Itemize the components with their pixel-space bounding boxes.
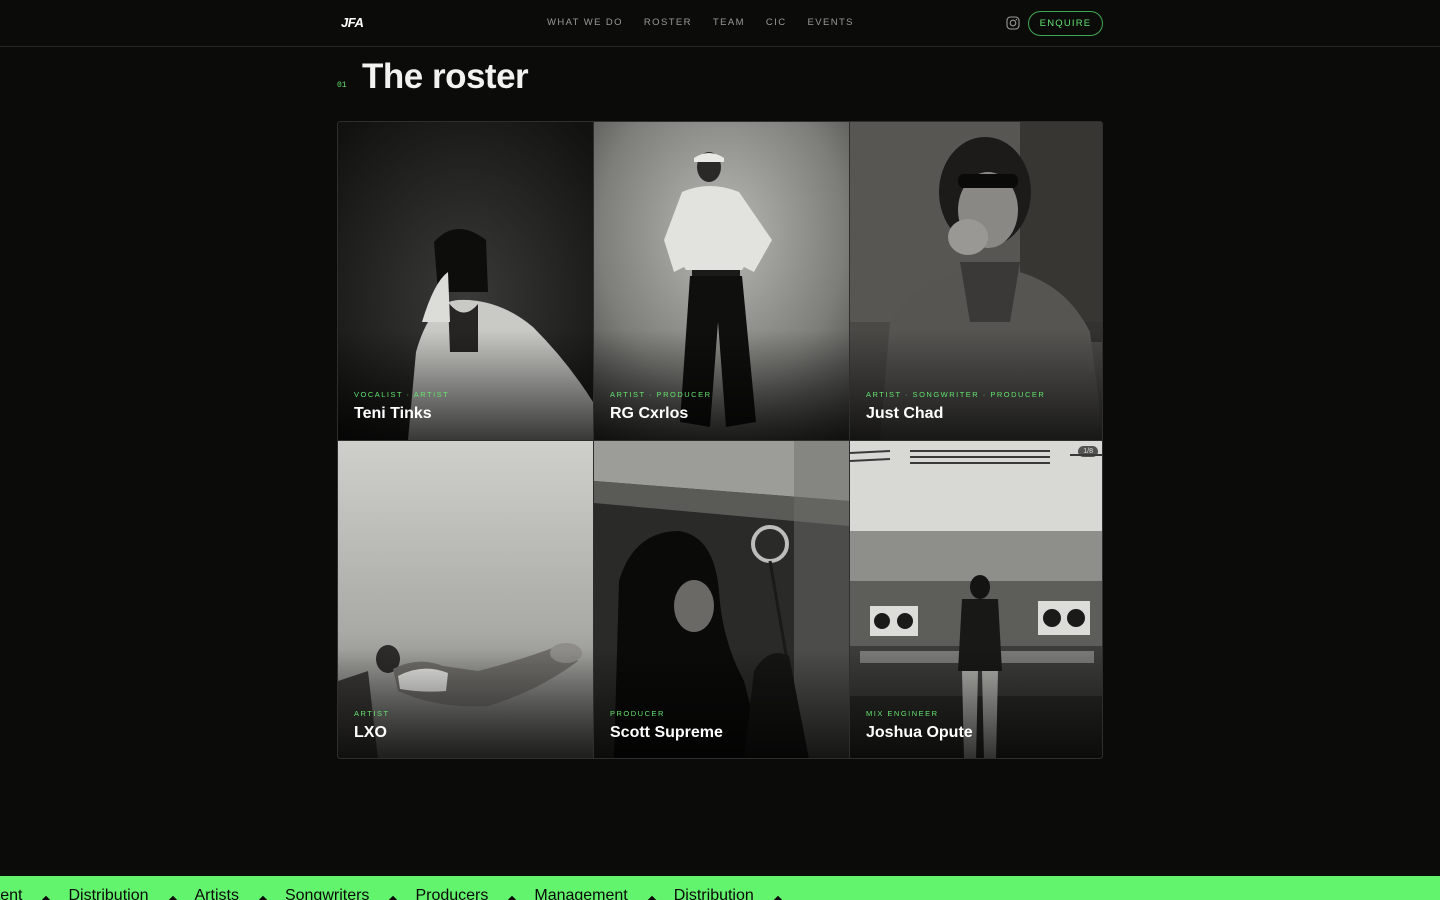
nav-team[interactable]: TEAM (713, 17, 745, 28)
jfa-logo[interactable]: JFA (341, 15, 364, 30)
page-title: The roster (362, 57, 529, 96)
ticker-item: Distribution (673, 887, 754, 900)
artist-role: MIX ENGINEER (866, 709, 939, 718)
roster-grid: VOCALIST · ARTIST Teni Tinks ARTIST · PR… (337, 121, 1103, 759)
artist-role: VOCALIST · ARTIST (354, 390, 450, 399)
artist-role: PRODUCER (610, 709, 665, 718)
diamond-icon (168, 895, 177, 900)
roster-card-lxo[interactable]: ARTIST LXO (338, 441, 593, 758)
card-gradient (850, 330, 1102, 440)
card-gradient (338, 649, 593, 758)
artist-name: RG Cxrlos (610, 405, 689, 422)
nav-what-we-do[interactable]: WHAT WE DO (547, 17, 623, 28)
ticker-item: Songwriters (284, 887, 370, 900)
services-ticker: ement Distribution Artists Songwriters P… (0, 876, 1440, 900)
section-number: 01 (337, 81, 347, 90)
artist-role: ARTIST · PRODUCER (610, 390, 712, 399)
roster-card-joshua-opute[interactable]: 1/8 MIX ENGINEER Joshua Opute (850, 441, 1102, 758)
card-gradient (338, 330, 593, 440)
nav-cic[interactable]: CIC (766, 17, 787, 28)
ticker-track: ement Distribution Artists Songwriters P… (0, 887, 800, 900)
artist-name: LXO (354, 724, 387, 741)
top-navigation-bar: JFA WHAT WE DO ROSTER TEAM CIC EVENTS EN… (0, 0, 1440, 47)
diamond-icon (42, 895, 51, 900)
roster-card-scott-supreme[interactable]: PRODUCER Scott Supreme (594, 441, 849, 758)
roster-card-just-chad[interactable]: ARTIST · SONGWRITER · PRODUCER Just Chad (850, 122, 1102, 440)
ticker-item: ement (0, 887, 23, 900)
nav-events[interactable]: EVENTS (807, 17, 853, 28)
instagram-icon[interactable] (1006, 16, 1020, 30)
enquire-button[interactable]: ENQUIRE (1028, 11, 1103, 36)
nav-roster[interactable]: ROSTER (644, 17, 692, 28)
roster-card-teni-tinks[interactable]: VOCALIST · ARTIST Teni Tinks (338, 122, 593, 440)
artist-name: Joshua Opute (866, 724, 973, 741)
artist-name: Teni Tinks (354, 405, 432, 422)
artist-role: ARTIST · SONGWRITER · PRODUCER (866, 390, 1046, 399)
diamond-icon (508, 895, 517, 900)
diamond-icon (258, 895, 268, 900)
diamond-icon (773, 895, 783, 900)
diamond-icon (647, 895, 656, 900)
main-nav: WHAT WE DO ROSTER TEAM CIC EVENTS (547, 17, 875, 28)
roster-card-rg-cxrlos[interactable]: ARTIST · PRODUCER RG Cxrlos (594, 122, 849, 440)
artist-role: ARTIST (354, 709, 390, 718)
ticker-item: Artists (194, 887, 239, 900)
card-gradient (594, 649, 849, 758)
card-gradient (850, 649, 1102, 758)
gallery-count-badge: 1/8 (1078, 446, 1098, 457)
ticker-item: Producers (415, 887, 489, 900)
card-gradient (594, 330, 849, 440)
artist-name: Scott Supreme (610, 724, 723, 741)
ticker-item: Distribution (68, 887, 149, 900)
ticker-item: Management (534, 887, 628, 900)
artist-name: Just Chad (866, 405, 944, 422)
diamond-icon (389, 895, 398, 900)
